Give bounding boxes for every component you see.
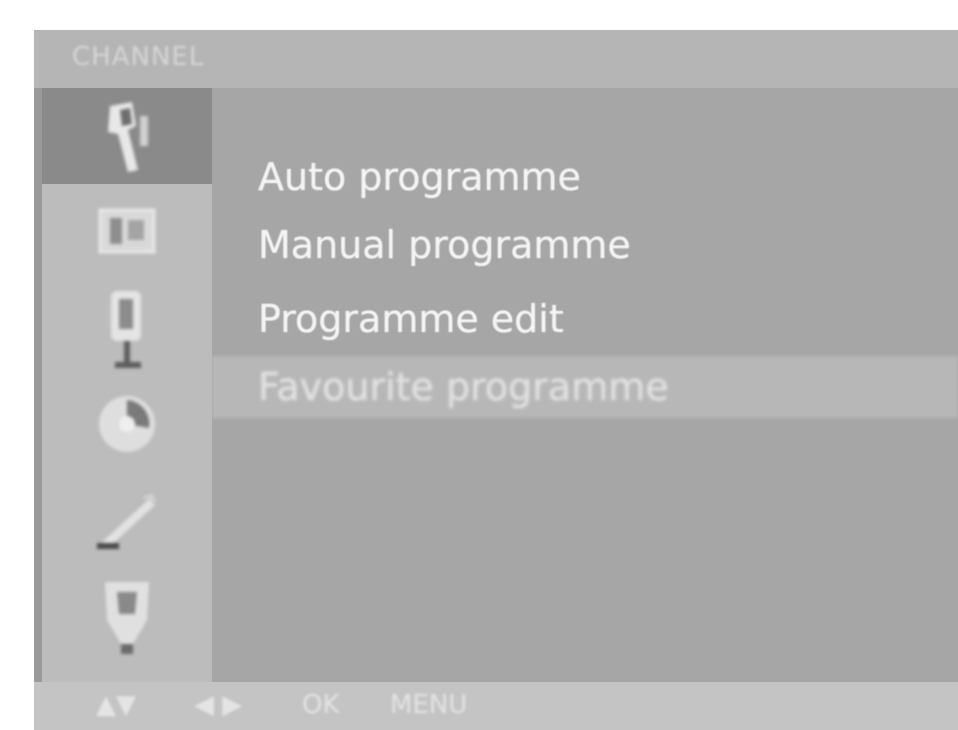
tv-osd-menu: CHANNEL Auto programme Manual programme … [34,30,958,730]
special-icon[interactable] [42,472,212,568]
ok-hint: OK [302,690,340,720]
menu-item-manual-programme[interactable]: Manual programme [212,214,958,276]
picture-icon[interactable] [42,184,212,280]
left-right-arrows-icon: ◀ ▶ [194,690,243,720]
menu-item-favourite-programme[interactable]: Favourite programme [212,356,958,418]
menu-title: CHANNEL [72,42,205,72]
menu-item-auto-programme[interactable]: Auto programme [212,146,958,208]
menu-title-bar: CHANNEL [34,30,958,88]
navigation-hint-bar: ▲▼ ◀ ▶ OK MENU [34,682,958,730]
clock-icon[interactable] [42,376,212,472]
menu-item-programme-edit[interactable]: Programme edit [212,288,958,350]
menu-icon-sidebar [42,88,212,682]
screen-icon[interactable] [42,568,212,664]
sound-icon[interactable] [42,280,212,376]
menu-hint: MENU [390,690,468,720]
station-icon[interactable] [42,88,212,184]
menu-options-panel: Auto programme Manual programme Programm… [212,88,958,682]
up-down-arrows-icon: ▲▼ [96,690,136,720]
